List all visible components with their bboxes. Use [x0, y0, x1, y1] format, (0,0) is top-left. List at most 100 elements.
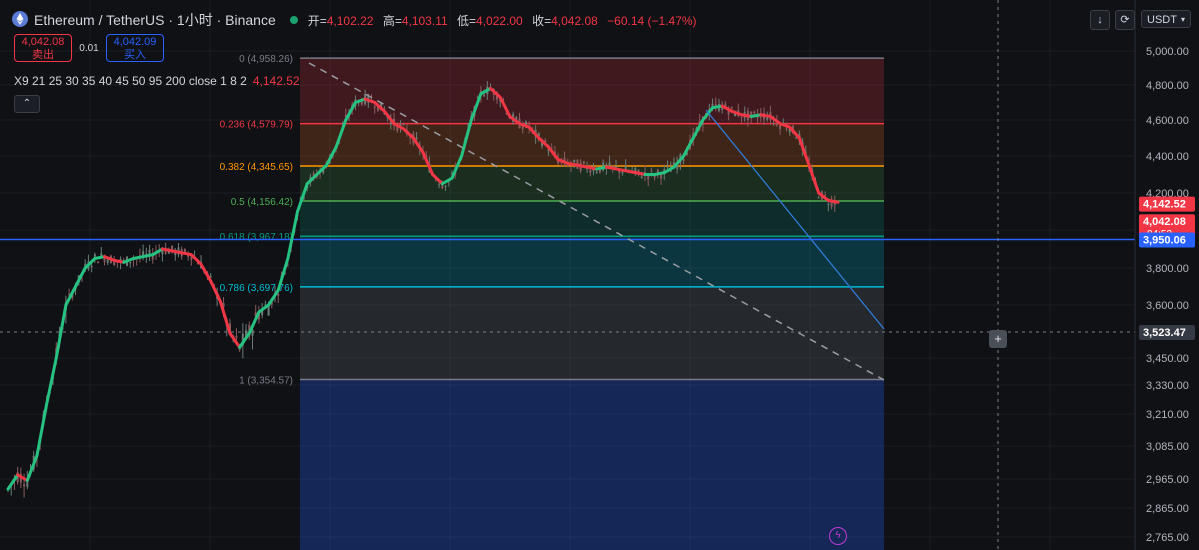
y-tick-label-0: 5,000.00 [1146, 46, 1189, 58]
trend-segment-0 [6, 473, 20, 491]
candle-body-9-0 [93, 254, 96, 257]
fib-extension-zone [300, 379, 884, 550]
candle-body-45-1 [444, 185, 447, 187]
ohlc-low-value: 4,022.00 [476, 13, 523, 28]
ohlc-readout: 开=4,102.22 高=4,103.11 低=4,022.00 收=4,042… [308, 12, 703, 29]
candle-body-9-1 [97, 261, 100, 264]
scroll-down-button[interactable]: ↓ [1090, 10, 1110, 30]
price-tag-label-0: 4,142.52 [1143, 199, 1186, 211]
trend-segment-7 [74, 266, 87, 288]
candle-body-65-2 [640, 176, 643, 178]
candle-body-41-0 [402, 123, 405, 125]
sell-label: 卖出 [32, 49, 54, 61]
y-tick-label-7: 3,600.00 [1146, 300, 1189, 312]
indicator-legend[interactable]: X9 21 25 30 35 40 45 50 95 200 close 1 8… [14, 74, 300, 88]
ohlc-close-label: 收= [532, 13, 552, 28]
y-tick-label-13: 2,865.00 [1146, 503, 1189, 515]
trend-segment-3 [35, 402, 49, 458]
candle-body-73-1 [714, 103, 717, 105]
y-tick-label-11: 3,085.00 [1146, 441, 1189, 453]
reset-chart-button[interactable]: ⟳ [1115, 10, 1135, 30]
candle-body-84-0 [817, 197, 820, 199]
candle-body-2-0 [26, 481, 29, 488]
trend-segment-2 [25, 454, 39, 482]
candle-body-67-2 [660, 174, 663, 179]
candle-body-1-2 [23, 484, 26, 487]
candle-body-77-1 [753, 111, 756, 114]
y-tick-label-10: 3,210.00 [1146, 409, 1189, 421]
candle-body-60-1 [589, 170, 592, 173]
trend-segment-12 [122, 257, 135, 264]
ethereum-icon [12, 10, 28, 30]
ohlc-open-label: 开= [307, 13, 327, 28]
trend-segment-85 [826, 198, 840, 204]
reset-icon: ⟳ [1120, 14, 1130, 26]
sell-price: 4,042.08 [21, 36, 65, 48]
ohlc-high-label: 高= [382, 13, 402, 28]
trend-segment-10 [103, 255, 116, 262]
candle-body-85-0 [827, 203, 830, 205]
y-tick-label-8: 3,450.00 [1146, 353, 1189, 365]
trend-segment-6 [64, 285, 78, 307]
trend-segment-4 [45, 356, 58, 406]
candle-body-63-2 [621, 171, 624, 174]
price-tag-label-2: 3,950.06 [1143, 234, 1186, 246]
y-tick-label-14: 2,765.00 [1146, 532, 1189, 544]
fib-label-0.786: 0.786 (3,697.76) [220, 283, 293, 294]
trend-segment-1 [16, 473, 29, 482]
fib-label-0: 0 (4,958.26) [239, 54, 293, 65]
indicator-label: X9 21 25 30 35 40 45 50 95 200 close 1 8… [14, 74, 247, 88]
candle-body-10-1 [106, 259, 109, 263]
candle-body-58-2 [573, 159, 576, 163]
fib-label-0.618: 0.618 (3,967.18) [220, 232, 293, 243]
collapse-legend-button[interactable]: ⌃ [14, 95, 40, 113]
chart-header: Ethereum / TetherUS · 1小时 · Binance 开=4,… [12, 10, 703, 30]
indicator-value: 4,142.52 [252, 74, 300, 88]
market-status-dot [289, 16, 298, 24]
fib-label-0.5: 0.5 (4,156.42) [231, 197, 293, 208]
trend-segment-24 [238, 331, 251, 349]
price-tag-label-3: 3,523.47 [1143, 327, 1186, 339]
ohlc-open-value: 4,102.22 [326, 13, 374, 28]
currency-label: USDT [1147, 14, 1177, 26]
fib-zone-2 [300, 166, 884, 202]
sell-button[interactable]: 4,042.08 卖出 [14, 34, 72, 62]
candle-body-66-2 [650, 170, 653, 172]
trend-segment-26 [257, 303, 271, 314]
fib-zone-1 [300, 123, 884, 167]
trend-segment-15 [151, 247, 164, 257]
price-tag-label-1: 4,042.08 [1143, 216, 1186, 228]
y-tick-label-6: 3,800.00 [1146, 263, 1189, 275]
ohlc-change: −60.14 (−1.47%) [607, 13, 697, 28]
trend-segment-25 [247, 310, 261, 335]
lightning-icon[interactable]: ϟ [829, 527, 847, 545]
candle-body-80-2 [785, 128, 788, 130]
trend-segment-19 [189, 253, 203, 266]
ohlc-low-label: 低= [457, 13, 477, 28]
trade-panel: 4,042.08 卖出 0.01 4,042.09 买入 [14, 34, 164, 62]
ohlc-close-value: 4,042.08 [551, 13, 598, 28]
candle-body-49-1 [483, 95, 486, 97]
candle-body-38-0 [373, 106, 376, 108]
trend-segment-23 [228, 331, 242, 349]
candle-body-44-2 [438, 184, 441, 186]
candle-body-65-0 [634, 167, 637, 172]
y-tick-label-12: 2,965.00 [1146, 474, 1189, 486]
candle-body-28-0 [277, 293, 280, 296]
crosshair-plus-icon[interactable]: + [989, 330, 1007, 348]
candle-body-12-2 [129, 262, 132, 264]
trend-segment-20 [199, 262, 213, 283]
fib-zone-5 [300, 286, 884, 380]
candle-body-42-1 [415, 137, 418, 140]
candle-body-75-0 [730, 106, 733, 109]
buy-button[interactable]: 4,042.09 买入 [106, 34, 164, 62]
currency-select[interactable]: USDT ▾ [1141, 10, 1191, 28]
candle-body-45-0 [441, 185, 444, 189]
trend-segment-5 [54, 303, 68, 360]
candle-body-8-2 [90, 265, 93, 268]
symbol-title[interactable]: Ethereum / TetherUS · 1小时 · Binance [34, 10, 276, 30]
candle-body-61-0 [595, 171, 598, 173]
fib-label-0.382: 0.382 (4,345.65) [220, 162, 293, 173]
candle-body-23-2 [235, 335, 238, 338]
spread-value: 0.01 [79, 42, 99, 54]
